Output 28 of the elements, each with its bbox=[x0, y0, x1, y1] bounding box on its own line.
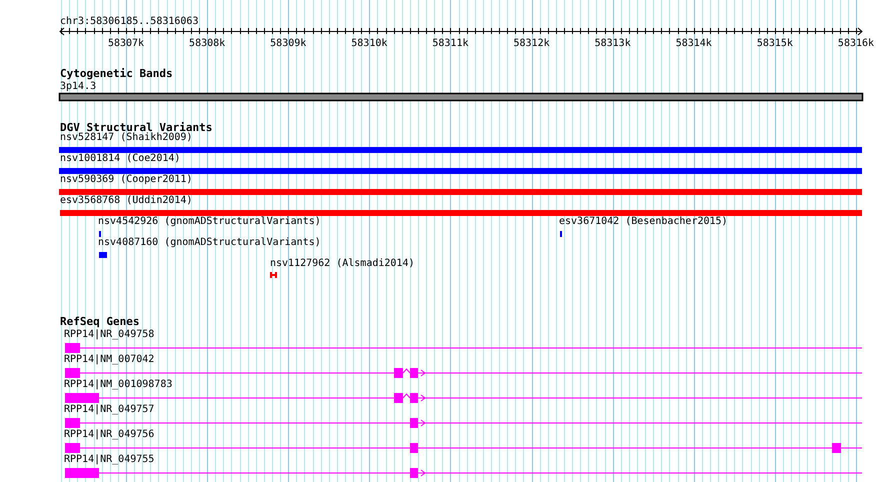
feature-label: nsv590369 (Cooper2011) bbox=[60, 174, 192, 185]
tick-label: 58311k bbox=[432, 38, 468, 49]
tick-label: 58316k bbox=[838, 38, 874, 49]
tick-label: 58310k bbox=[351, 38, 388, 49]
feature-label: nsv1001814 (Coe2014) bbox=[60, 153, 180, 164]
track-title: RefSeq Genes bbox=[60, 315, 140, 328]
tick-label: 58313k bbox=[594, 38, 631, 49]
feature-label: nsv4087160 (gnomADStructuralVariants) bbox=[98, 237, 321, 248]
feature-label: RPP14|NM_001098783 bbox=[64, 379, 172, 390]
feature-label: nsv4542926 (gnomADStructuralVariants) bbox=[98, 216, 321, 227]
location-label: chr3:58306185..58316063 bbox=[60, 16, 198, 27]
tick-label: 58308k bbox=[189, 38, 226, 49]
feature-label: RPP14|NM_007042 bbox=[64, 354, 154, 365]
feature-label: esv3568768 (Uddin2014) bbox=[60, 195, 192, 206]
feature-label: nsv528147 (Shaikh2009) bbox=[60, 132, 192, 143]
tick-label: 58307k bbox=[108, 38, 144, 49]
band-label: 3p14.3 bbox=[60, 81, 96, 92]
feature-label: RPP14|NR_049757 bbox=[64, 404, 154, 415]
feature-label: esv3671042 (Besenbacher2015) bbox=[559, 216, 728, 227]
feature-label: nsv1127962 (Alsmadi2014) bbox=[270, 258, 414, 269]
tick-label: 58314k bbox=[676, 38, 712, 49]
tick-label: 58309k bbox=[270, 38, 306, 49]
tick-label: 58312k bbox=[513, 38, 550, 49]
feature-label: RPP14|NR_049758 bbox=[64, 329, 154, 340]
tick-label: 58315k bbox=[756, 38, 793, 49]
feature-label: RPP14|NR_049756 bbox=[64, 429, 154, 440]
track-title: Cytogenetic Bands bbox=[60, 67, 173, 80]
feature-label: RPP14|NR_049755 bbox=[64, 454, 154, 465]
